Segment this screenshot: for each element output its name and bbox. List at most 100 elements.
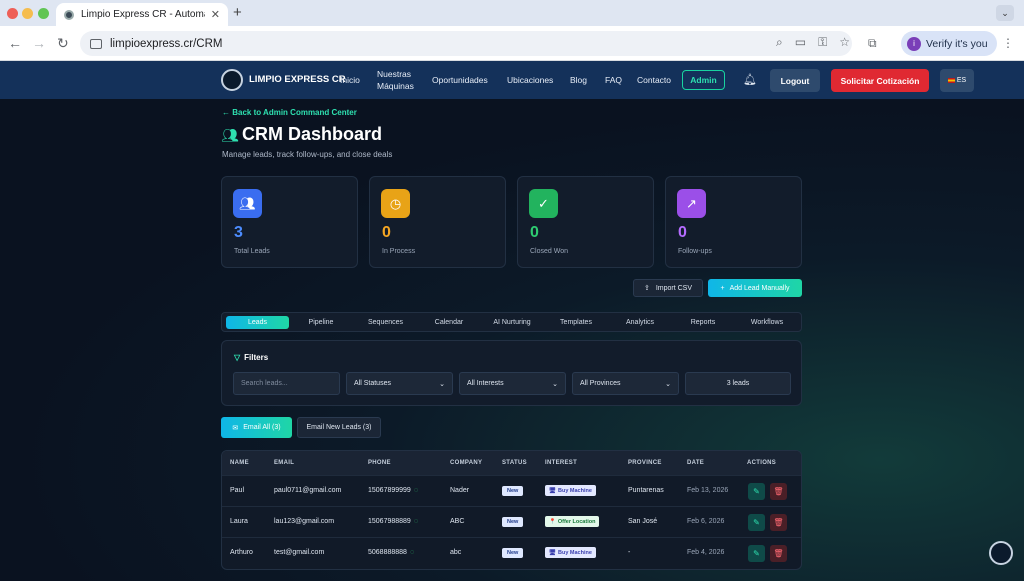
- nav-ubicaciones[interactable]: Ubicaciones: [507, 75, 553, 85]
- import-csv-button[interactable]: ⇪ Import CSV: [633, 279, 703, 297]
- site-favicon-icon: [64, 9, 74, 20]
- add-lead-button[interactable]: + Add Lead Manually: [708, 279, 802, 297]
- site-header: LIMPIO EXPRESS CR Inicio Nuestras Máquin…: [0, 61, 1024, 99]
- email-all-label: Email All (3): [243, 424, 281, 431]
- column-header: INTEREST: [545, 460, 578, 466]
- lead-phone: 15067988889 ◌: [368, 518, 418, 525]
- password-key-icon[interactable]: ⚿: [818, 35, 827, 50]
- check-circle-icon: ✓: [529, 189, 558, 218]
- close-tab-icon[interactable]: ✕: [211, 8, 220, 21]
- add-lead-label: Add Lead Manually: [729, 284, 790, 292]
- lead-name: Laura: [230, 518, 248, 525]
- close-window-button[interactable]: [7, 8, 18, 19]
- chevron-down-icon: ⌄: [439, 380, 445, 388]
- edit-pencil-icon[interactable]: ✎: [748, 514, 765, 531]
- province-select[interactable]: All Provinces ⌄: [572, 372, 679, 395]
- lead-province: Puntarenas: [628, 487, 664, 494]
- back-to-admin-link[interactable]: ← Back to Admin Command Center: [222, 108, 357, 117]
- minimize-window-button[interactable]: [22, 8, 33, 19]
- province-value: All Provinces: [580, 380, 621, 387]
- interest-badge: 🖥 Buy Machine: [545, 485, 596, 496]
- notifications-bell-icon[interactable]: 🔔︎: [743, 73, 757, 86]
- brand-logo[interactable]: [221, 69, 243, 91]
- location-pin-icon: 📍: [549, 518, 556, 525]
- table-row[interactable]: Paul paul0711@gmail.com 15067899999 ◌ Nad…: [222, 475, 801, 506]
- tab-sequences[interactable]: Sequences: [358, 316, 413, 329]
- maximize-window-button[interactable]: [38, 8, 49, 19]
- stat-value: 0: [530, 224, 539, 241]
- brand-name[interactable]: LIMPIO EXPRESS CR: [249, 74, 346, 85]
- plus-icon: +: [720, 284, 725, 292]
- delete-trash-icon[interactable]: 🗑︎: [770, 545, 787, 562]
- admin-button[interactable]: Admin: [682, 70, 725, 90]
- nav-maquinas[interactable]: Máquinas: [377, 81, 414, 91]
- nav-contacto[interactable]: Contacto: [637, 75, 671, 85]
- stat-value: 3: [234, 224, 243, 241]
- site-info-icon[interactable]: [90, 38, 102, 49]
- extensions-icon[interactable]: ⧉: [868, 36, 877, 51]
- status-badge: New: [502, 517, 524, 527]
- lead-email[interactable]: paul0711@gmail.com: [274, 487, 341, 494]
- browser-menu-icon[interactable]: ⋮: [1002, 36, 1014, 50]
- interest-select[interactable]: All Interests ⌄: [459, 372, 566, 395]
- filters-panel: ▽ Filters Search leads... All Statuses ⌄ A…: [221, 340, 802, 406]
- email-new-leads-button[interactable]: Email New Leads (3): [297, 417, 381, 438]
- tab-analytics[interactable]: Analytics: [615, 316, 665, 329]
- nav-blog[interactable]: Blog: [570, 75, 587, 85]
- table-row[interactable]: Laura lau123@gmail.com 15067988889 ◌ ABC …: [222, 506, 801, 537]
- nav-inicio[interactable]: Inicio: [340, 75, 360, 85]
- table-row[interactable]: Arthuro test@gmail.com 5068888888 ◌ abc N…: [222, 537, 801, 568]
- floating-chat-button[interactable]: [989, 541, 1013, 565]
- bookmark-star-icon[interactable]: ☆: [839, 35, 850, 50]
- tab-ai-nurturing[interactable]: AI Nurturing: [486, 316, 538, 329]
- stat-card-follow-ups: ↗ 0 Follow-ups: [665, 176, 802, 268]
- forward-arrow-icon[interactable]: →: [32, 35, 46, 51]
- nav-oportunidades[interactable]: Oportunidades: [432, 75, 488, 85]
- tab-reports[interactable]: Reports: [678, 316, 728, 329]
- stat-card-in-process: ◷ 0 In Process: [369, 176, 506, 268]
- delete-trash-icon[interactable]: 🗑︎: [770, 483, 787, 500]
- status-value: All Statuses: [354, 380, 391, 387]
- status-select[interactable]: All Statuses ⌄: [346, 372, 453, 395]
- lead-email[interactable]: lau123@gmail.com: [274, 518, 334, 525]
- users-icon: 👥︎: [233, 189, 262, 218]
- lead-date: Feb 6, 2026: [687, 518, 725, 525]
- email-all-button[interactable]: ✉ Email All (3): [221, 417, 292, 438]
- import-csv-label: Import CSV: [655, 284, 693, 292]
- tab-leads[interactable]: Leads: [226, 316, 289, 329]
- costa-rica-flag-icon: [947, 78, 955, 83]
- tab-templates[interactable]: Templates: [550, 316, 602, 329]
- lead-count: 3 leads: [685, 372, 791, 395]
- whatsapp-icon[interactable]: ◌: [414, 487, 418, 494]
- tab-search-icon[interactable]: ⌄: [996, 5, 1014, 21]
- delete-trash-icon[interactable]: 🗑︎: [770, 514, 787, 531]
- stat-label: Follow-ups: [678, 248, 712, 255]
- install-app-icon[interactable]: ▭: [795, 35, 806, 50]
- edit-pencil-icon[interactable]: ✎: [748, 545, 765, 562]
- new-tab-icon[interactable]: +: [233, 4, 242, 21]
- search-leads-input[interactable]: Search leads...: [233, 372, 340, 395]
- tab-pipeline[interactable]: Pipeline: [296, 316, 346, 329]
- lead-phone: 15067899999 ◌: [368, 487, 418, 494]
- address-bar[interactable]: limpioexpress.cr/CRM: [80, 31, 852, 56]
- zoom-icon[interactable]: ⌕: [776, 35, 783, 50]
- lead-email[interactable]: test@gmail.com: [274, 549, 324, 556]
- request-quote-button[interactable]: Solicitar Cotización: [831, 69, 929, 92]
- edit-pencil-icon[interactable]: ✎: [748, 483, 765, 500]
- profile-verify-button[interactable]: i Verify it's you: [901, 31, 997, 56]
- logout-button[interactable]: Logout: [770, 69, 820, 92]
- interest-badge: 📍 Offer Location: [545, 516, 600, 527]
- lead-date: Feb 13, 2026: [687, 487, 729, 494]
- whatsapp-icon[interactable]: ◌: [414, 518, 418, 525]
- tab-workflows[interactable]: Workflows: [741, 316, 793, 329]
- back-arrow-icon[interactable]: ←: [8, 35, 22, 51]
- tab-calendar[interactable]: Calendar: [425, 316, 473, 329]
- reload-icon[interactable]: ↻: [57, 35, 69, 52]
- language-selector[interactable]: ES: [940, 69, 974, 92]
- nav-nuestras[interactable]: Nuestras: [377, 69, 411, 79]
- nav-faq[interactable]: FAQ: [605, 75, 622, 85]
- browser-tab[interactable]: Limpio Express CR - Automat ✕: [56, 3, 228, 26]
- whatsapp-icon[interactable]: ◌: [410, 549, 414, 556]
- stat-label: In Process: [382, 248, 416, 255]
- table-header: NAME EMAIL PHONE COMPANY STATUS INTEREST…: [222, 451, 801, 475]
